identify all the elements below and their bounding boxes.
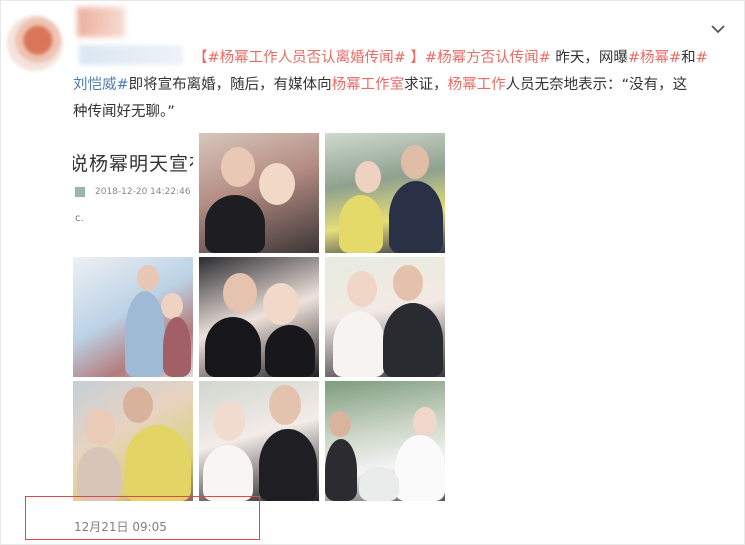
photo-8-tux: [259, 429, 317, 501]
photo-9-bouquet: [359, 467, 399, 501]
photo-6-face-bride: [347, 271, 377, 307]
photo-4-face-right: [161, 293, 183, 319]
photo-8-face-bride: [213, 401, 245, 441]
post-timestamp[interactable]: 12月21日 09:05: [74, 518, 167, 535]
topic-hashtag[interactable]: 【#杨幂工作人员否认离婚传闻# 】: [193, 50, 425, 66]
photo-3-face-right: [401, 145, 429, 179]
photo-3[interactable]: [325, 133, 445, 253]
photo-2-face-left: [221, 147, 255, 187]
photo-7-face-right: [123, 387, 153, 423]
photo-2-face-right: [259, 163, 295, 205]
photo-5-face-right: [263, 283, 299, 325]
photo-9-tux: [325, 439, 357, 501]
photo-3-face-left: [355, 161, 381, 193]
photo-3-navy-top: [389, 181, 443, 253]
hashtag-denies[interactable]: #杨幂方否认传闻#: [425, 50, 551, 66]
photo-5-suit-left: [205, 317, 261, 377]
username-blurred[interactable]: [77, 7, 125, 37]
photo-9-face-groom: [329, 411, 351, 437]
photo-3-yellow-top: [339, 195, 383, 253]
photo-9-face-bride: [413, 407, 437, 437]
photo-1-news-screenshot[interactable]: 说杨幂明天宣布离 2018-12-20 14:22:46 c.: [73, 133, 193, 253]
photo-8-gown: [203, 445, 253, 501]
avatar[interactable]: [7, 15, 63, 71]
photo-5[interactable]: [199, 257, 319, 377]
chevron-down-icon[interactable]: [710, 21, 726, 37]
photo-7-top-left: [77, 447, 121, 501]
photo-grid: 说杨幂明天宣布离 2018-12-20 14:22:46 c.: [73, 133, 445, 501]
photo-4[interactable]: [73, 257, 193, 377]
weibo-post-card: 【#杨幂工作人员否认离婚传闻# 】#杨幂方否认传闻# 昨天，网曝#杨幂#和# 刘…: [0, 0, 745, 545]
photo-4-face-left: [137, 265, 159, 291]
link-staff[interactable]: 杨幂工作: [448, 77, 506, 93]
news-source-icon: [75, 187, 85, 197]
link-studio[interactable]: 杨幂工作室: [332, 77, 405, 93]
photo-6-gown: [333, 311, 385, 377]
photo-5-suit-right: [265, 325, 315, 377]
news-snippet: c.: [75, 213, 84, 224]
photo-2[interactable]: [199, 133, 319, 253]
news-date: 2018-12-20 14:22:46: [95, 187, 191, 197]
photo-6[interactable]: [325, 257, 445, 377]
hashtag-yangmi[interactable]: #杨幂#: [628, 50, 681, 66]
hashtag-liu[interactable]: 刘恺威#: [73, 77, 129, 93]
post-line-2: 刘恺威#即将宣布离婚，随后，有媒体向杨幂工作室求证，杨幂工作人员无奈地表示：“没…: [73, 77, 688, 93]
post-line-3: 种传闻好无聊。”: [73, 104, 175, 120]
photo-8-face-groom: [269, 385, 301, 425]
photo-6-face-groom: [393, 265, 423, 301]
news-headline: 说杨幂明天宣布离: [73, 153, 193, 175]
photo-9-veil: [395, 435, 445, 501]
photo-7-yellow-sweater: [125, 425, 191, 501]
post-line-1: 【#杨幂工作人员否认离婚传闻# 】#杨幂方否认传闻# 昨天，网曝#杨幂#和#: [193, 50, 708, 66]
photo-8[interactable]: [199, 381, 319, 501]
photo-2-suit: [205, 195, 265, 253]
photo-9[interactable]: [325, 381, 445, 501]
photo-7[interactable]: [73, 381, 193, 501]
hashtag-open[interactable]: #: [696, 50, 708, 66]
photo-7-face-left: [85, 409, 115, 445]
photo-5-face-left: [223, 273, 257, 313]
photo-6-tux: [383, 303, 443, 377]
photo-4-dress: [163, 317, 191, 377]
post-body: 【#杨幂工作人员否认离婚传闻# 】#杨幂方否认传闻# 昨天，网曝#杨幂#和# 刘…: [73, 45, 733, 126]
photo-4-blue-suit: [125, 291, 165, 377]
